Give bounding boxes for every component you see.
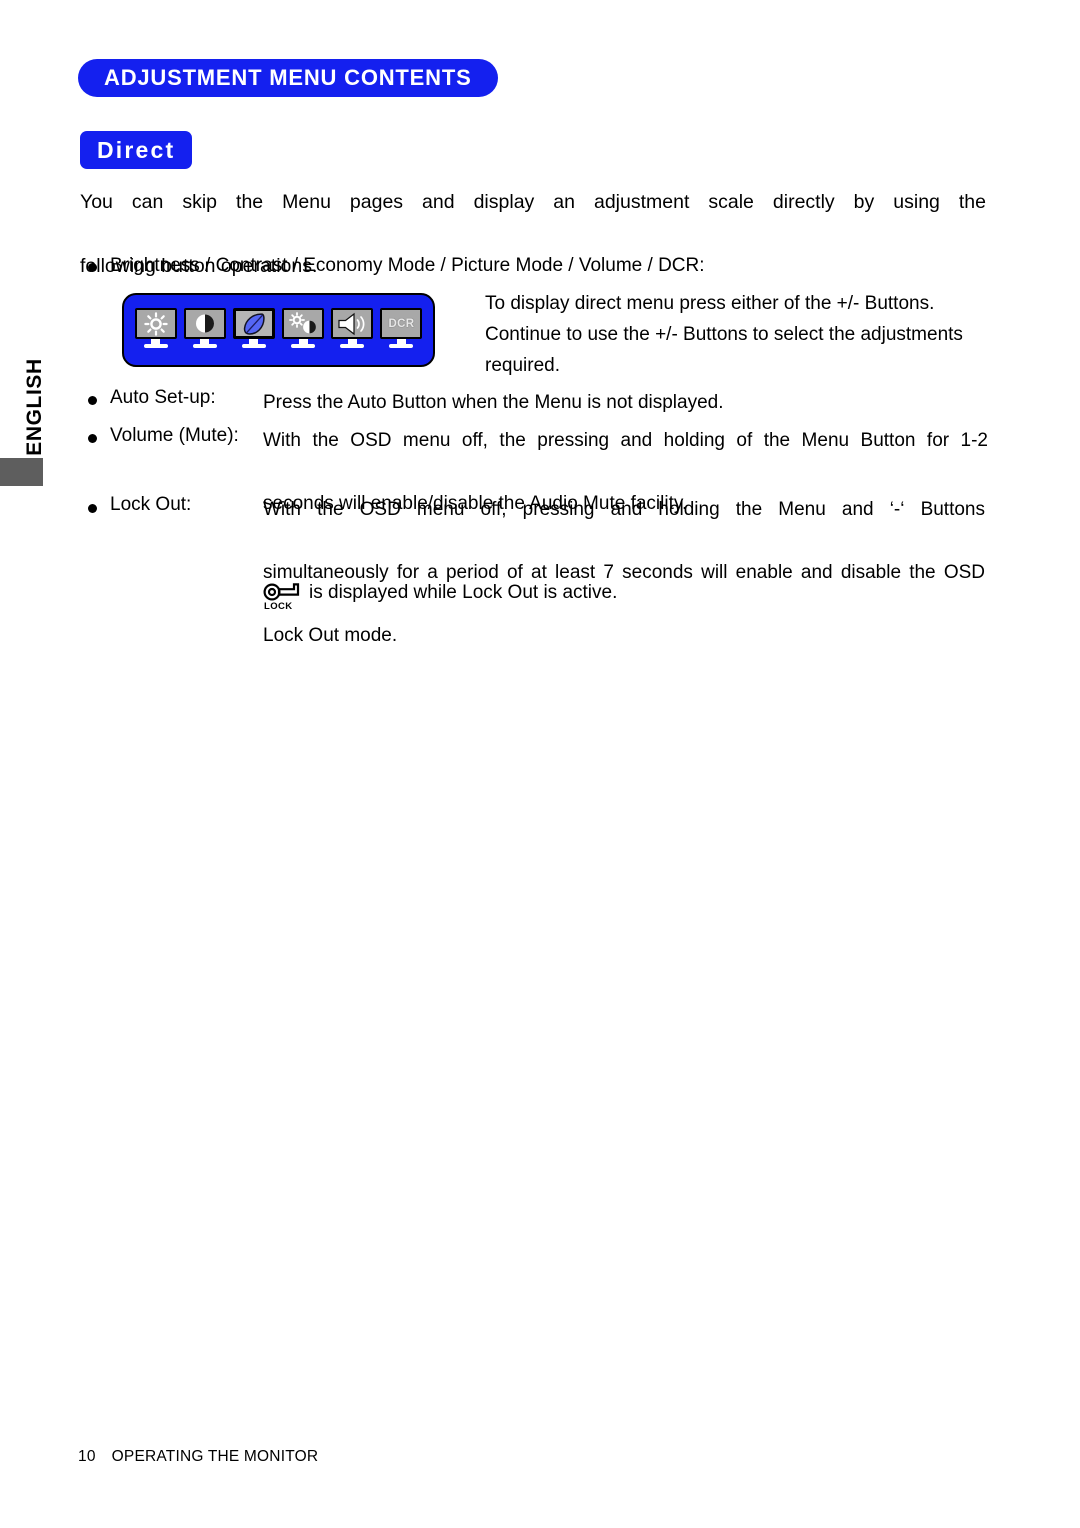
page-footer: 10 OPERATING THE MONITOR — [78, 1448, 318, 1466]
document-page: ENGLISH ADJUSTMENT MENU CONTENTS Direct … — [0, 0, 1080, 1528]
bullet-marker-auto-setup — [88, 396, 97, 405]
lock-out-note: LOCK is displayed while Lock Out is acti… — [263, 581, 617, 613]
lock-out-label: Lock Out: — [110, 494, 192, 515]
direct-description-line-3: required. — [485, 355, 560, 376]
volume-mute-line-1: With the OSD menu off, the pressing and … — [263, 430, 988, 451]
lock-key-icon: LOCK — [263, 581, 305, 613]
language-tab-marker — [0, 458, 43, 486]
contrast-icon-stand-base — [192, 344, 217, 348]
auto-setup-line-1: Press the Auto Button when the Menu is n… — [263, 392, 724, 413]
intro-line-1: You can skip the Menu pages and display … — [80, 191, 986, 213]
picture-mode-icon-screen — [282, 308, 325, 339]
volume-icon[interactable] — [331, 308, 374, 352]
volume-icon-screen — [331, 308, 374, 339]
direct-bullet-label: Brightness / Contrast / Economy Mode / P… — [110, 255, 705, 276]
direct-description-line-2: Continue to use the +/- Buttons to selec… — [485, 324, 963, 345]
economy-mode-icon[interactable] — [232, 308, 275, 352]
footer-page-number: 10 — [78, 1448, 96, 1465]
auto-setup-label: Auto Set-up: — [110, 387, 216, 408]
page-title-pill: ADJUSTMENT MENU CONTENTS — [78, 59, 498, 97]
contrast-icon[interactable] — [183, 308, 226, 352]
picture-mode-icon[interactable] — [282, 308, 325, 352]
bullet-marker-direct — [88, 263, 97, 272]
lock-key-icon-caption: LOCK — [264, 601, 293, 612]
dcr-icon-stand-base — [389, 344, 414, 348]
brightness-icon[interactable] — [134, 308, 177, 352]
bullet-marker-lock-out — [88, 504, 97, 513]
language-tab: ENGLISH — [18, 352, 52, 462]
brightness-icon-stand-base — [143, 344, 168, 348]
lock-out-body: With the OSD menu off, pressing and hold… — [263, 494, 985, 652]
economy-mode-icon-stand-base — [241, 344, 266, 348]
volume-icon-stand-base — [340, 344, 365, 348]
section-badge-label: Direct — [97, 136, 176, 163]
lock-out-note-text: is displayed while Lock Out is active. — [309, 582, 618, 603]
direct-button-icon-panel: DCR — [122, 293, 435, 367]
page-title: ADJUSTMENT MENU CONTENTS — [104, 65, 472, 90]
dcr-icon-screen: DCR — [380, 308, 423, 339]
section-badge: Direct — [80, 131, 193, 169]
contrast-icon-screen — [183, 308, 226, 339]
lock-out-line-1: With the OSD menu off, pressing and hold… — [263, 499, 985, 520]
direct-description: To display direct menu press either of t… — [485, 288, 985, 381]
bullet-marker-volume-mute — [88, 434, 97, 443]
footer-section-title: OPERATING THE MONITOR — [111, 1448, 319, 1465]
auto-setup-body: Press the Auto Button when the Menu is n… — [263, 387, 993, 419]
lock-out-line-3: Lock Out mode. — [263, 625, 398, 646]
economy-mode-icon-screen — [232, 308, 275, 339]
volume-mute-label: Volume (Mute): — [110, 425, 239, 446]
dcr-icon-label: DCR — [388, 317, 415, 330]
dcr-icon[interactable]: DCR — [380, 308, 423, 352]
brightness-icon-screen — [134, 308, 177, 339]
picture-mode-icon-stand-base — [291, 344, 316, 348]
language-tab-label: ENGLISH — [23, 358, 47, 456]
direct-description-line-1: To display direct menu press either of t… — [485, 293, 935, 314]
